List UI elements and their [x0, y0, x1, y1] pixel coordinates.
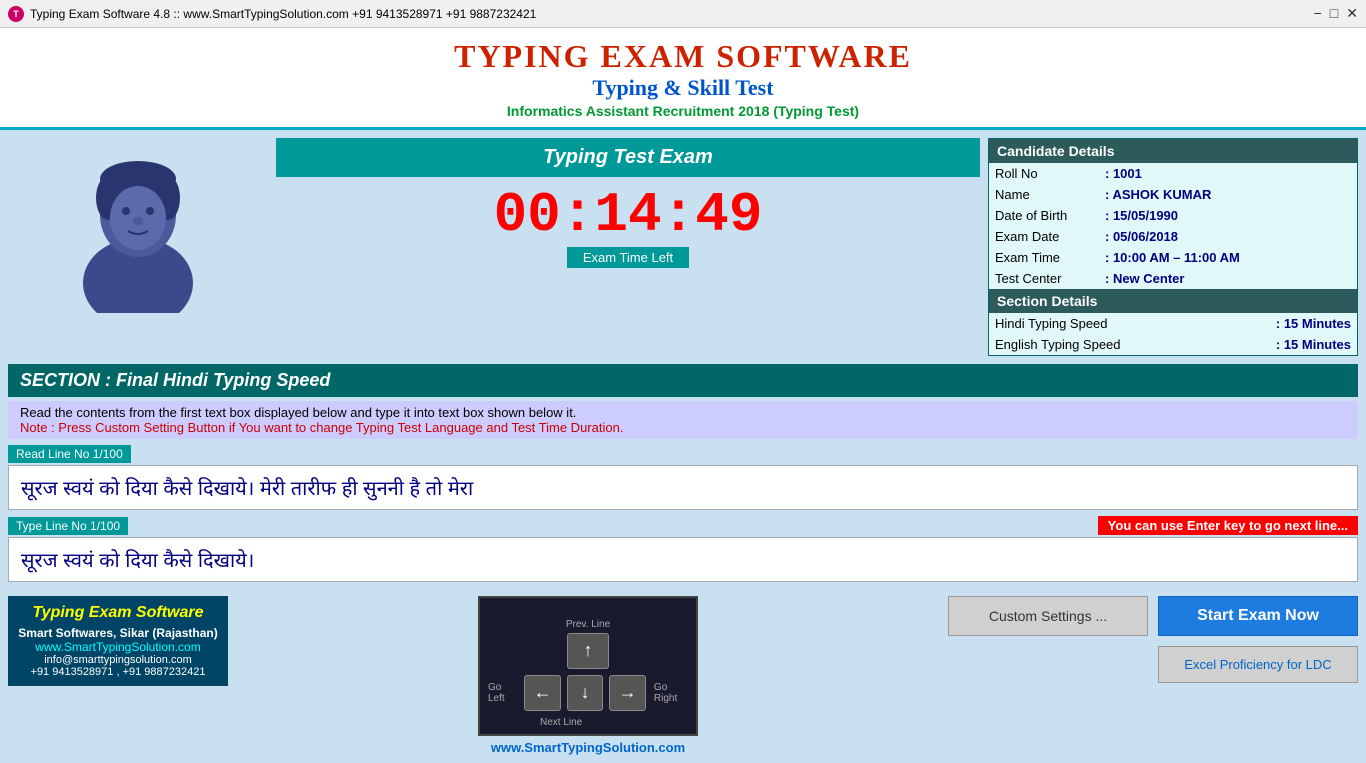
keyboard-image: Prev. Line ↑ Go Left ← ↓ → Go Right Next…	[478, 596, 698, 736]
instruction-line2: Note : Press Custom Setting Button if Yo…	[20, 420, 1346, 435]
section-field-value: : 15 Minutes	[1214, 334, 1357, 355]
enter-key-hint: You can use Enter key to go next line...	[1098, 516, 1358, 535]
buttons-area: Custom Settings ... Start Exam Now Excel…	[948, 596, 1358, 683]
title-bar-controls[interactable]: − □ ✕	[1314, 5, 1358, 22]
exam-time-left-badge: Exam Time Left	[567, 247, 689, 268]
company-sub: Smart Softwares, Sikar (Rajasthan)	[16, 626, 220, 640]
field-label: Exam Time	[989, 247, 1099, 268]
company-name: Typing Exam Software	[16, 604, 220, 622]
maximize-button[interactable]: □	[1330, 5, 1338, 22]
right-panel: Candidate Details Roll No : 1001 Name : …	[988, 138, 1358, 356]
company-email: info@smarttypingsolution.com	[16, 654, 220, 666]
footer-area: Typing Exam Software Smart Softwares, Si…	[0, 588, 1366, 763]
go-left-label: Go Left	[488, 682, 516, 704]
field-label: Test Center	[989, 268, 1099, 289]
field-value: : 15/05/1990	[1099, 205, 1357, 226]
table-row: Name : ASHOK KUMAR	[989, 184, 1357, 205]
right-arrow-key: →	[609, 675, 646, 711]
section-table: Hindi Typing Speed : 15 Minutes English …	[989, 313, 1357, 355]
field-value: : ASHOK KUMAR	[1099, 184, 1357, 205]
table-row: English Typing Speed : 15 Minutes	[989, 334, 1357, 355]
custom-settings-button[interactable]: Custom Settings ...	[948, 596, 1148, 636]
keyboard-website: www.SmartTypingSolution.com	[491, 740, 685, 755]
instruction-box: Read the contents from the first text bo…	[8, 401, 1358, 439]
table-row: Roll No : 1001	[989, 163, 1357, 184]
field-value: : 1001	[1099, 163, 1357, 184]
candidate-details-header: Candidate Details	[989, 139, 1357, 163]
section-field-label: Hindi Typing Speed	[989, 313, 1214, 334]
table-row: Hindi Typing Speed : 15 Minutes	[989, 313, 1357, 334]
left-arrow-key: ←	[524, 675, 561, 711]
type-line-input[interactable]: सूरज स्वयं को दिया कैसे दिखाये।	[8, 537, 1358, 582]
company-phone: +91 9413528971 , +91 9887232421	[16, 666, 220, 678]
start-exam-button[interactable]: Start Exam Now	[1158, 596, 1358, 636]
app-subtitle: Informatics Assistant Recruitment 2018 (…	[0, 103, 1366, 119]
keyboard-top-row: ↑	[567, 633, 609, 669]
up-arrow-key: ↑	[567, 633, 609, 669]
excel-proficiency-button[interactable]: Excel Proficiency for LDC	[1158, 646, 1358, 683]
go-right-label: Go Right	[654, 682, 688, 704]
center-panel: Typing Test Exam 00:14:49 Exam Time Left	[276, 138, 980, 356]
field-label: Exam Date	[989, 226, 1099, 247]
candidate-details-box: Candidate Details Roll No : 1001 Name : …	[988, 138, 1358, 356]
section-banner: SECTION : Final Hindi Typing Speed	[8, 364, 1358, 397]
type-line-label: Type Line No 1/100	[8, 517, 128, 535]
typing-test-banner: Typing Test Exam	[276, 138, 980, 177]
candidate-table: Roll No : 1001 Name : ASHOK KUMAR Date o…	[989, 163, 1357, 289]
field-value: : New Center	[1099, 268, 1357, 289]
table-row: Exam Date : 05/06/2018	[989, 226, 1357, 247]
type-line-row: Type Line No 1/100 You can use Enter key…	[8, 516, 1358, 535]
field-label: Name	[989, 184, 1099, 205]
title-bar-left: T Typing Exam Software 4.8 :: www.SmartT…	[8, 6, 536, 22]
section-field-value: : 15 Minutes	[1214, 313, 1357, 334]
field-value: : 10:00 AM – 11:00 AM	[1099, 247, 1357, 268]
read-line-box: सूरज स्वयं को दिया कैसे दिखाये। मेरी तार…	[8, 465, 1358, 510]
section-field-label: English Typing Speed	[989, 334, 1214, 355]
app-icon: T	[8, 6, 24, 22]
field-value: : 05/06/2018	[1099, 226, 1357, 247]
title-bar: T Typing Exam Software 4.8 :: www.SmartT…	[0, 0, 1366, 28]
timer-display: 00:14:49	[494, 187, 763, 243]
app-header: Typing Exam Software Typing & Skill Test…	[0, 28, 1366, 130]
prev-line-label: Prev. Line	[566, 619, 610, 630]
app-title-1: Typing Exam Software	[0, 38, 1366, 75]
company-box: Typing Exam Software Smart Softwares, Si…	[8, 596, 228, 686]
read-line-label: Read Line No 1/100	[8, 445, 131, 463]
next-line-label: Next Line	[540, 717, 582, 728]
title-bar-text: Typing Exam Software 4.8 :: www.SmartTyp…	[30, 7, 536, 21]
table-row: Test Center : New Center	[989, 268, 1357, 289]
field-label: Date of Birth	[989, 205, 1099, 226]
keyboard-area: Prev. Line ↑ Go Left ← ↓ → Go Right Next…	[240, 596, 936, 755]
bottom-content: SECTION : Final Hindi Typing Speed Read …	[0, 364, 1366, 582]
down-arrow-key: ↓	[567, 675, 604, 711]
section-details-header: Section Details	[989, 289, 1357, 313]
app-title-2: Typing & Skill Test	[0, 75, 1366, 101]
field-label: Roll No	[989, 163, 1099, 184]
keyboard-middle-row: Go Left ← ↓ → Go Right	[488, 675, 688, 711]
company-website: www.SmartTypingSolution.com	[16, 640, 220, 654]
table-row: Date of Birth : 15/05/1990	[989, 205, 1357, 226]
close-button[interactable]: ✕	[1346, 5, 1358, 22]
instruction-line1: Read the contents from the first text bo…	[20, 405, 1346, 420]
minimize-button[interactable]: −	[1314, 5, 1322, 22]
left-panel	[8, 138, 268, 356]
table-row: Exam Time : 10:00 AM – 11:00 AM	[989, 247, 1357, 268]
avatar	[58, 143, 218, 313]
avatar-container	[48, 138, 228, 318]
